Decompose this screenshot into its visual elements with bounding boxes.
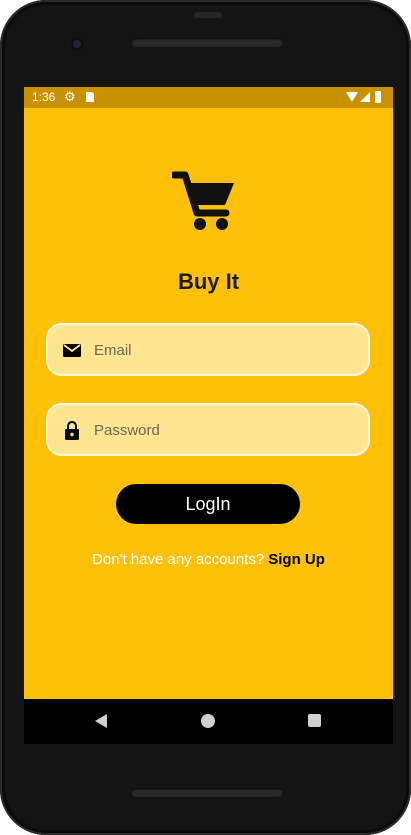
email-field[interactable]: [46, 323, 370, 376]
status-bar: 1:36 ⚙: [24, 87, 393, 108]
navigation-bar: [24, 699, 393, 744]
shopping-cart-icon: [172, 171, 234, 230]
signup-row: Don't have any accounts? Sign Up: [24, 551, 393, 568]
wifi-icon: [346, 92, 358, 102]
front-camera: [70, 37, 84, 51]
bottom-speaker: [131, 788, 283, 797]
battery-icon: [375, 91, 381, 103]
recents-icon[interactable]: [308, 714, 321, 727]
lock-icon: [65, 421, 79, 440]
earpiece: [194, 12, 222, 18]
app-title: Buy It: [177, 269, 240, 294]
login-button[interactable]: LogIn: [116, 484, 300, 524]
signal-icon: [360, 92, 370, 102]
signup-link[interactable]: Sign Up: [268, 551, 325, 568]
gear-icon: ⚙: [64, 89, 76, 104]
status-time: 1:36: [32, 90, 56, 104]
sd-card-icon: [86, 92, 94, 102]
back-icon[interactable]: [95, 714, 107, 728]
mail-icon: [63, 344, 81, 357]
password-input[interactable]: [92, 405, 356, 456]
top-speaker: [131, 38, 283, 47]
signup-prompt: Don't have any accounts?: [92, 551, 265, 568]
phone-frame: 1:36 ⚙ Buy It Email LogIn Don't have any…: [0, 0, 411, 835]
password-field[interactable]: [46, 403, 370, 456]
app-screen: 1:36 ⚙ Buy It Email LogIn Don't have any…: [24, 87, 393, 699]
email-input[interactable]: [92, 325, 356, 376]
home-icon[interactable]: [201, 714, 215, 728]
